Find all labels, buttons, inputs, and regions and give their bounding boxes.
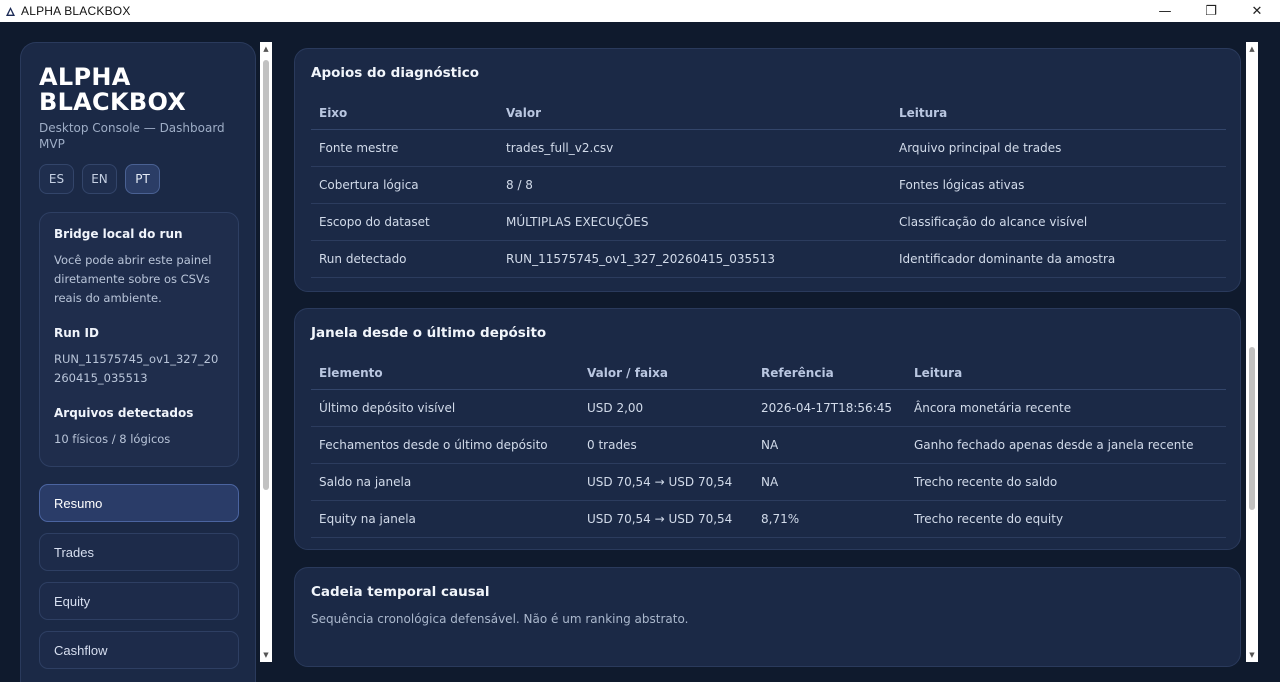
table-cell: Run detectado [311,240,498,278]
close-button[interactable]: ✕ [1234,0,1280,22]
window-title: ALPHA BLACKBOX [21,4,131,18]
table-cell: Trecho recente do equity [906,500,1226,538]
table-cell: USD 2,00 [579,389,753,427]
nav-item-trades[interactable]: Trades [39,533,239,571]
diagnostic-table: Eixo Valor Leitura Fonte mestre trades_f… [311,97,1226,278]
deposit-table: Elemento Valor / faixa Referência Leitur… [311,357,1226,538]
nav-item-resumo[interactable]: Resumo [39,484,239,522]
run-id-value: RUN_11575745_ov1_327_20260415_035513 [54,352,219,385]
col-header-valor: Valor [498,97,891,130]
window-controls: — ❐ ✕ [1142,0,1280,22]
maximize-button[interactable]: ❐ [1188,0,1234,22]
sidebar-scroll-thumb[interactable] [263,60,269,490]
table-cell: trades_full_v2.csv [498,129,891,167]
table-cell: Arquivo principal de trades [891,129,1226,167]
table-row: Cobertura lógica 8 / 8 Fontes lógicas at… [311,166,1226,204]
table-cell: 8,71% [753,500,906,538]
table-cell: Cobertura lógica [311,166,498,204]
table-cell: RUN_11575745_ov1_327_20260415_035513 [498,240,891,278]
table-row: Escopo do dataset MÚLTIPLAS EXECUÇÕES Cl… [311,203,1226,241]
col-header-eixo: Eixo [311,97,498,130]
lang-pt-button[interactable]: PT [125,164,160,194]
causal-chain-card: Cadeia temporal causal Sequência cronoló… [294,567,1241,667]
brand-subtitle: Desktop Console — Dashboard MVP [39,121,225,151]
run-id-label: Run ID [54,326,99,340]
table-row: Fechamentos desde o último depósito 0 tr… [311,426,1226,464]
lang-es-button[interactable]: ES [39,164,74,194]
table-cell: USD 70,54 → USD 70,54 [579,500,753,538]
scroll-down-icon[interactable]: ▼ [260,650,272,660]
diagnostic-card-title: Apoios do diagnóstico [311,65,480,81]
table-cell: USD 70,54 → USD 70,54 [579,463,753,501]
table-cell: Trecho recente do saldo [906,463,1226,501]
app-logo-icon [6,6,15,16]
table-cell: Identificador dominante da amostra [891,240,1226,278]
app-root: ALPHA BLACKBOX Desktop Console — Dashboa… [0,22,1280,682]
causal-card-subtitle: Sequência cronológica defensável. Não é … [311,612,689,626]
col-header-leitura: Leitura [906,357,1226,390]
files-value: 10 físicos / 8 lógicos [54,432,171,446]
main-scrollbar[interactable]: ▲ ▼ [1246,42,1258,662]
table-cell: Equity na janela [311,500,579,538]
causal-card-title: Cadeia temporal causal [311,584,490,600]
table-row: Fonte mestre trades_full_v2.csv Arquivo … [311,129,1226,167]
table-cell: 0 trades [579,426,753,464]
table-cell: MÚLTIPLAS EXECUÇÕES [498,203,891,241]
table-cell: Escopo do dataset [311,203,498,241]
table-row: Equity na janela USD 70,54 → USD 70,54 8… [311,500,1226,538]
table-header-row: Elemento Valor / faixa Referência Leitur… [311,357,1226,390]
scroll-up-icon[interactable]: ▲ [1246,44,1258,54]
main-scroll-thumb[interactable] [1249,347,1255,510]
table-cell: Ganho fechado apenas desde a janela rece… [906,426,1226,464]
table-cell: NA [753,426,906,464]
scroll-down-icon[interactable]: ▼ [1246,650,1258,660]
table-cell: Fonte mestre [311,129,498,167]
nav-item-cashflow[interactable]: Cashflow [39,631,239,669]
table-row: Saldo na janela USD 70,54 → USD 70,54 NA… [311,463,1226,501]
minimize-button[interactable]: — [1142,0,1188,22]
nav-item-equity[interactable]: Equity [39,582,239,620]
table-cell: Saldo na janela [311,463,579,501]
col-header-leitura: Leitura [891,97,1226,130]
bridge-title: Bridge local do run [54,227,183,241]
deposit-card-title: Janela desde o último depósito [311,325,547,341]
files-label: Arquivos detectados [54,406,194,420]
table-cell: NA [753,463,906,501]
table-cell: Fontes lógicas ativas [891,166,1226,204]
brand-title: ALPHA BLACKBOX [39,63,187,116]
table-cell: 8 / 8 [498,166,891,204]
table-cell: Fechamentos desde o último depósito [311,426,579,464]
table-header-row: Eixo Valor Leitura [311,97,1226,130]
deposit-window-card: Janela desde o último depósito Elemento … [294,308,1241,550]
col-header-elemento: Elemento [311,357,579,390]
bridge-text: Você pode abrir este painel diretamente … [54,253,212,305]
table-cell: Último depósito visível [311,389,579,427]
col-header-referencia: Referência [753,357,906,390]
bridge-card: Bridge local do run Você pode abrir este… [39,212,239,467]
table-cell: Classificação do alcance visível [891,203,1226,241]
diagnostic-support-card: Apoios do diagnóstico Eixo Valor Leitura… [294,48,1241,292]
sidebar: ALPHA BLACKBOX Desktop Console — Dashboa… [20,42,256,682]
language-switcher: ES EN PT [39,164,160,194]
table-row: Run detectado RUN_11575745_ov1_327_20260… [311,240,1226,278]
lang-en-button[interactable]: EN [82,164,117,194]
table-cell: 2026-04-17T18:56:45 [753,389,906,427]
col-header-valor-faixa: Valor / faixa [579,357,753,390]
table-cell: Âncora monetária recente [906,389,1226,427]
sidebar-scrollbar[interactable]: ▲ ▼ [260,42,272,662]
window-titlebar: ALPHA BLACKBOX — ❐ ✕ [0,0,1280,22]
scroll-up-icon[interactable]: ▲ [260,44,272,54]
table-row: Último depósito visível USD 2,00 2026-04… [311,389,1226,427]
